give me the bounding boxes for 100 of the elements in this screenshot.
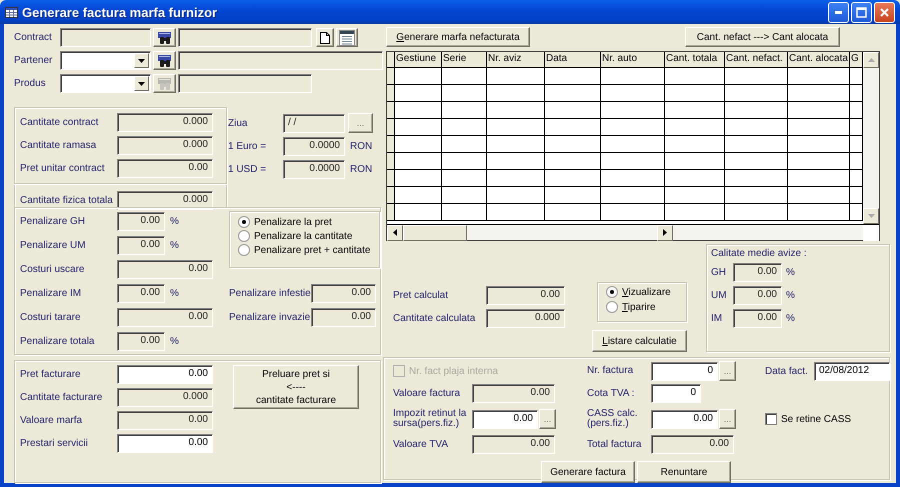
dropdown-field[interactable] [60,74,151,93]
input-field[interactable]: 0.00 [117,308,213,327]
row-selector[interactable] [387,136,395,153]
radio-label[interactable]: Tiparire [622,302,656,312]
input-field[interactable]: 0.00 [117,212,165,231]
input-field[interactable]: 0.00 [117,260,213,279]
ellipsis-button[interactable]: ... [539,409,556,429]
input-field[interactable]: 0.00 [733,286,782,305]
input-field[interactable]: 0.00 [733,263,782,282]
field-label: Partener [14,55,54,66]
ellipsis-button[interactable]: ... [719,409,736,429]
maximize-button[interactable] [851,2,872,22]
row-selector[interactable] [387,85,395,102]
dialog-button[interactable]: Renuntare [637,461,731,483]
scroll-right-button[interactable] [657,224,673,240]
unit-label: % [170,288,179,299]
table-cell [442,102,487,119]
row-selector[interactable] [387,187,395,204]
input-field[interactable]: 0.00 [117,332,165,351]
table-cell [395,68,442,85]
row-selector[interactable] [387,170,395,187]
input-field[interactable]: 0.00 [733,309,782,328]
action-button[interactable]: Cant. nefact ---> Cant alocata [685,27,840,47]
field-label: Penalizare totala [20,336,96,347]
input-field[interactable]: 0 [651,362,718,380]
scroll-left-button[interactable] [387,224,403,240]
table-icon [339,30,355,46]
input-field[interactable]: 0.00 [117,365,213,384]
scroll-down-button[interactable] [863,208,879,224]
scroll-thumb[interactable] [403,224,467,240]
input-field[interactable]: 0.00 [117,284,165,303]
input-field[interactable]: 0.0000 [283,160,345,179]
field-label: Pret calculat [393,290,450,301]
input-field[interactable]: 0.00 [117,434,213,453]
dropdown-button[interactable] [134,53,149,68]
input-field[interactable] [60,28,151,47]
radio-button[interactable] [238,230,250,242]
table-cell [395,136,442,153]
field-label: Valoare factura [393,388,462,398]
radio-button[interactable] [606,301,618,313]
table-cell [395,187,442,204]
horizontal-scrollbar[interactable] [387,224,879,240]
input-field[interactable]: 0.000 [486,309,565,328]
ellipsis-button[interactable]: ... [348,113,373,133]
input-field[interactable]: 02/08/2012 [814,362,890,380]
dropdown-field[interactable] [60,51,151,70]
input-field[interactable] [178,28,312,47]
input-field[interactable]: 0.0000 [283,137,345,156]
scroll-up-button[interactable] [863,52,879,68]
input-field[interactable]: 0.00 [472,410,538,428]
input-field[interactable]: 0.00 [117,411,213,430]
input-field[interactable]: 0.00 [311,308,376,327]
search-button[interactable] [153,28,176,47]
table-cell [788,102,850,119]
print-list-button[interactable]: Listare calculatie [592,330,687,352]
table-cell [545,170,601,187]
field-label: Prestari servicii [20,438,89,449]
vertical-scrollbar[interactable] [863,52,879,224]
input-field[interactable]: 0.000 [117,388,213,407]
row-selector[interactable] [387,119,395,136]
close-button[interactable] [874,2,895,22]
ellipsis-button[interactable]: ... [719,361,736,381]
dialog-button[interactable]: Generare factura [541,461,635,483]
table-view-button[interactable] [336,28,358,47]
field-label: Impozit retinut la sursa(pers.fiz.) [393,409,468,429]
row-selector[interactable] [387,68,395,85]
radio-button[interactable] [606,286,618,298]
radio-label[interactable]: Vizualizare [622,286,671,298]
checkbox-label[interactable]: Se retine CASS [781,414,852,424]
radio-label[interactable]: Penalizare la pret [254,216,332,228]
input-field[interactable]: 0.00 [117,159,213,178]
input-field[interactable]: 0 [651,384,701,403]
input-field[interactable]: 0.00 [472,384,555,403]
input-field[interactable]: 0.00 [486,286,565,305]
input-field[interactable]: / / [283,114,345,132]
input-field[interactable]: 0.00 [651,435,734,454]
transfer-button[interactable]: Preluare pret si <---- cantitate facturare [233,365,359,409]
radio-label[interactable]: Penalizare pret + cantitate [254,244,370,256]
table-cell [442,119,487,136]
input-field[interactable]: 0.00 [311,284,376,303]
radio-button[interactable] [238,216,250,228]
row-selector[interactable] [387,153,395,170]
input-field[interactable]: 0.00 [472,435,555,454]
input-field[interactable] [178,74,312,93]
input-field[interactable]: 0.000 [117,113,213,132]
action-button[interactable]: Generare marfa nefacturata [386,27,530,47]
dropdown-button[interactable] [134,76,149,91]
checkbox[interactable] [765,413,777,425]
new-document-button[interactable] [316,28,334,47]
row-selector[interactable] [387,102,395,119]
field-label: Costuri uscare [20,264,86,275]
input-field[interactable]: 0.000 [117,136,213,155]
input-field[interactable] [178,51,383,70]
search-button[interactable] [153,51,176,70]
radio-button[interactable] [238,244,250,256]
minimize-button[interactable] [828,2,849,22]
input-field[interactable]: 0.00 [651,410,718,428]
radio-label[interactable]: Penalizare la cantitate [254,230,352,242]
input-field[interactable]: 0.00 [117,236,165,255]
row-selector[interactable] [387,204,395,221]
